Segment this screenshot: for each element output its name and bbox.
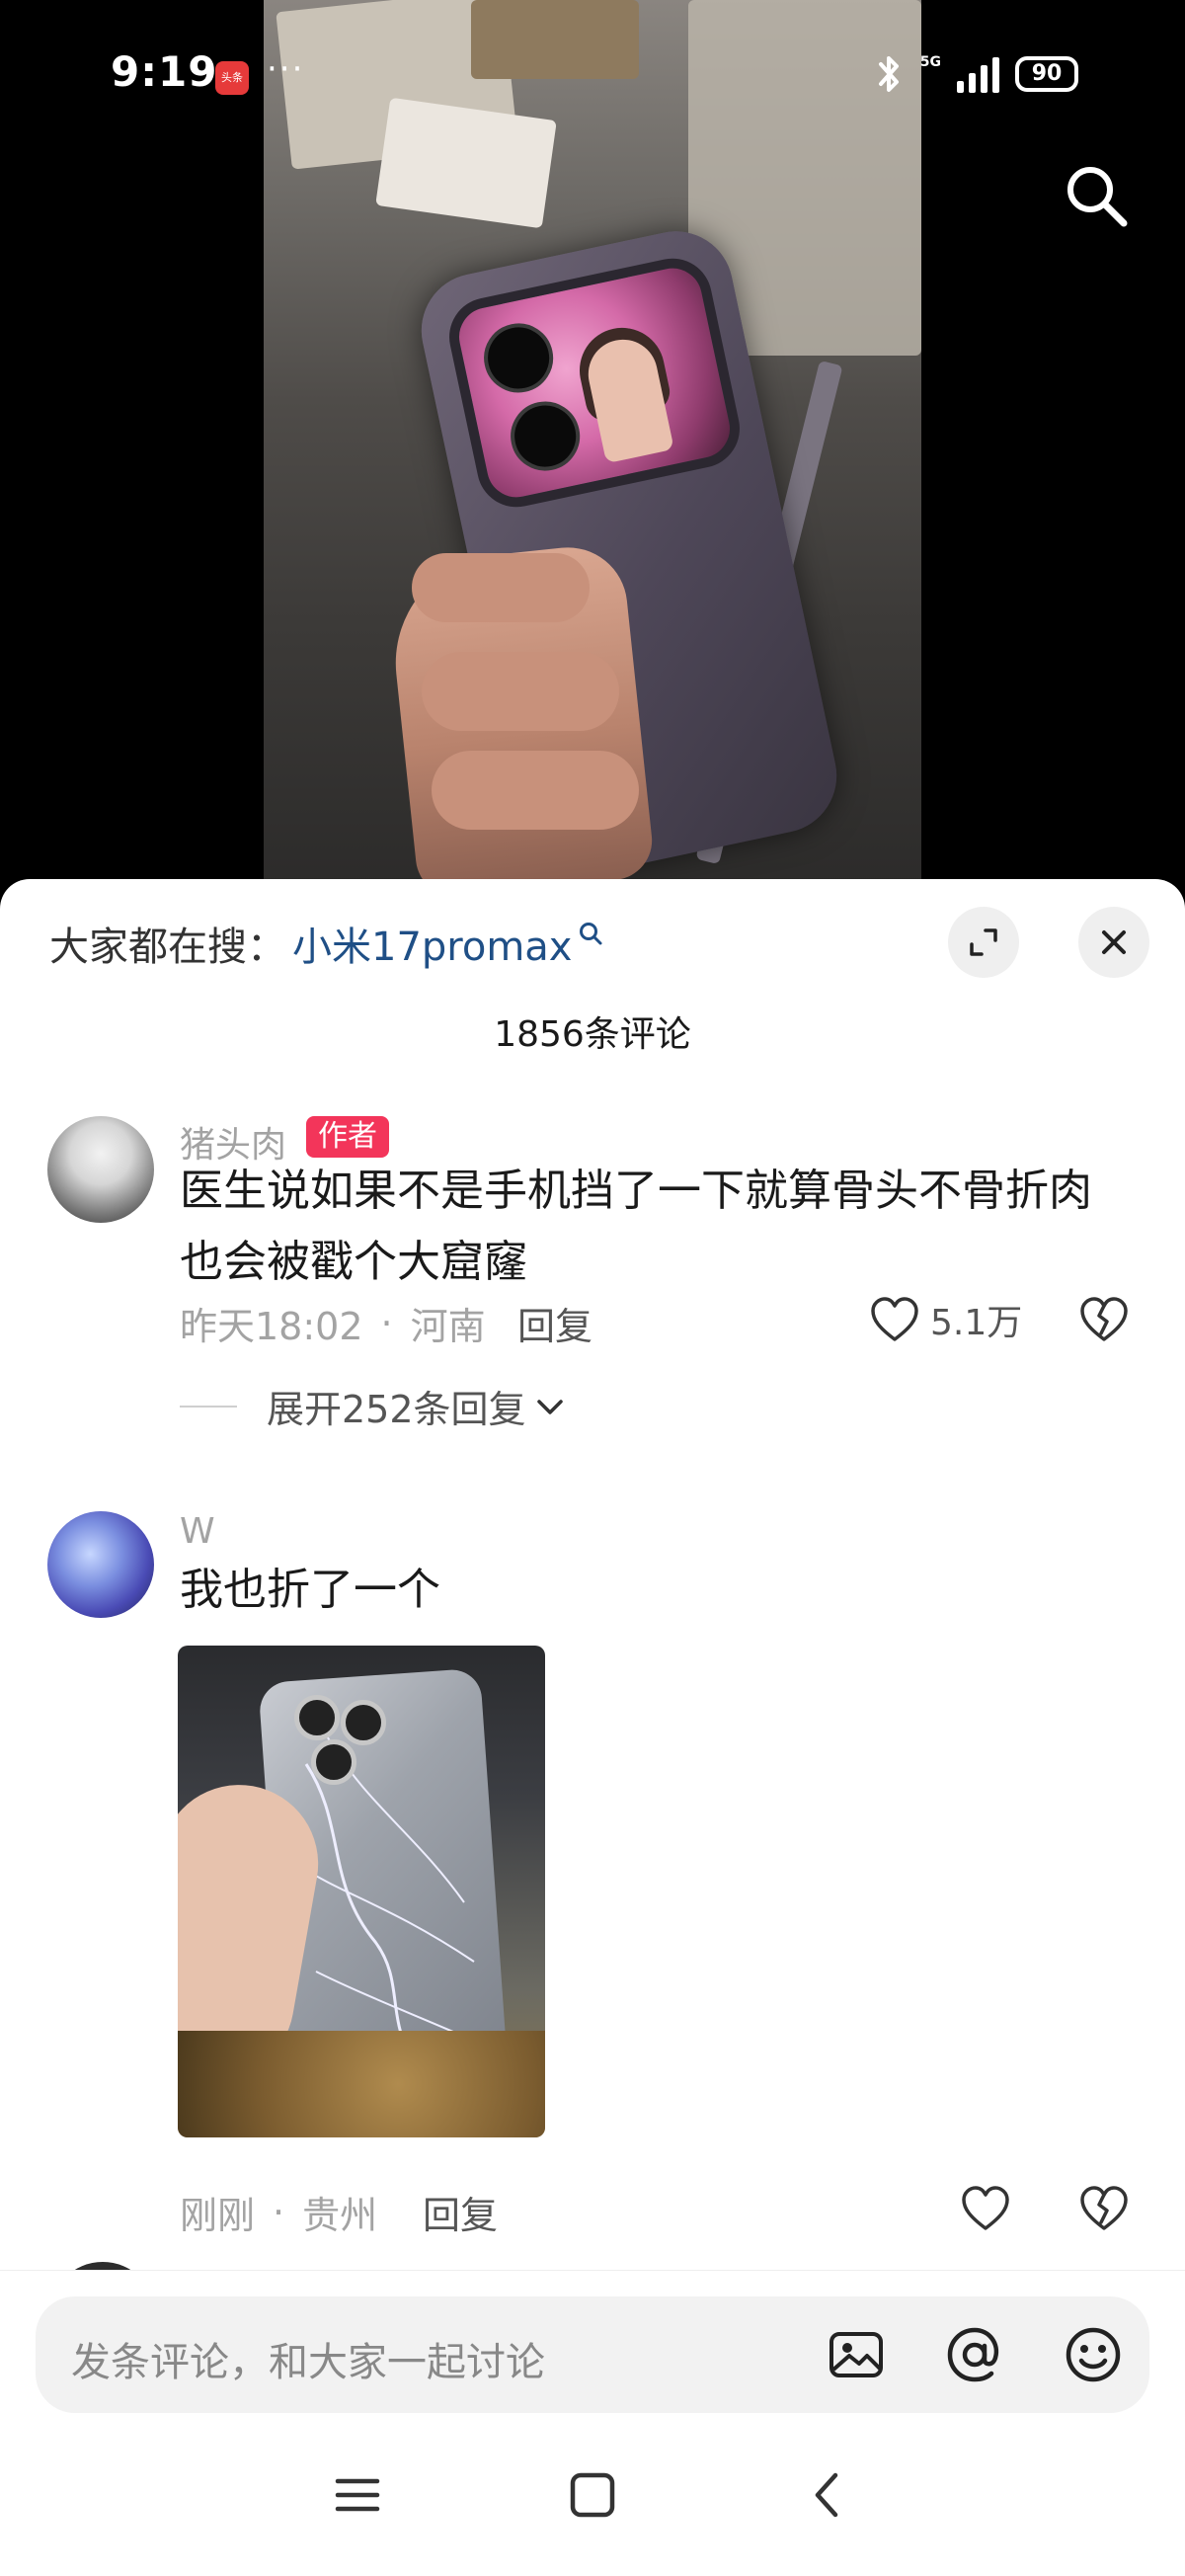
heart-icon bbox=[871, 1297, 918, 1341]
comment-count: 1856条评论 bbox=[494, 1014, 691, 1055]
meta-separator: · bbox=[273, 2190, 285, 2234]
search-icon bbox=[580, 923, 602, 945]
image-icon[interactable] bbox=[826, 2324, 887, 2385]
comment-input-bar: 发条评论，和大家一起讨论 bbox=[0, 2270, 1185, 2418]
image-lens bbox=[341, 1700, 386, 1745]
heart-icon[interactable] bbox=[960, 2183, 1011, 2234]
network-label: 5G bbox=[919, 54, 941, 70]
battery-icon: 90 bbox=[1015, 56, 1078, 92]
search-suggestion-prefix: 大家都在搜： bbox=[49, 925, 286, 970]
back-icon[interactable] bbox=[800, 2465, 859, 2525]
expand-replies-label: 展开252条回复 bbox=[267, 1388, 526, 1431]
video-finger bbox=[412, 553, 590, 622]
app-badge-icon: 头条 bbox=[215, 61, 249, 95]
search-suggestion-link[interactable]: 小米17promax bbox=[292, 915, 572, 972]
image-furry-bg bbox=[178, 2031, 545, 2137]
close-button[interactable] bbox=[1078, 907, 1149, 978]
comment-author[interactable]: W bbox=[180, 1511, 215, 1552]
chevron-down-icon bbox=[536, 1399, 563, 1414]
comment-input[interactable]: 发条评论，和大家一起讨论 bbox=[36, 2296, 1149, 2413]
video-finger bbox=[432, 751, 639, 830]
comment-text-line: 也会被戳个大窟窿 bbox=[180, 1237, 527, 1287]
expand-icon bbox=[970, 928, 997, 956]
signal-icon bbox=[957, 55, 999, 93]
like-button[interactable]: 5.1万 bbox=[869, 1294, 1022, 1345]
video-player[interactable]: 9:19 头条 ··· 5G 90 bbox=[0, 0, 1185, 889]
comment-text-line: 医生说如果不是手机挡了一下就算骨头不骨折肉 bbox=[180, 1166, 1092, 1216]
emoji-icon[interactable] bbox=[1063, 2324, 1124, 2385]
status-time: 9:19 bbox=[111, 47, 218, 96]
expand-replies-button[interactable]: 展开252条回复 bbox=[180, 1379, 566, 1433]
menu-icon[interactable] bbox=[328, 2465, 387, 2525]
system-nav-bar bbox=[0, 2418, 1185, 2576]
comment-meta: 昨天18:02 · 河南 bbox=[180, 1296, 486, 1350]
like-count: 5.1万 bbox=[930, 1303, 1023, 1343]
at-icon[interactable] bbox=[944, 2324, 1005, 2385]
image-lens bbox=[311, 1739, 356, 1785]
avatar[interactable] bbox=[47, 1511, 154, 1618]
meta-separator: · bbox=[380, 1301, 393, 1345]
comment-image[interactable] bbox=[178, 1646, 545, 2137]
comment-time: 刚刚 bbox=[180, 2194, 256, 2237]
bluetooth-icon bbox=[878, 56, 899, 92]
video-lens bbox=[504, 395, 587, 478]
video-lens bbox=[477, 316, 560, 399]
broken-heart-icon[interactable] bbox=[1078, 1294, 1130, 1345]
status-icons: 5G 90 bbox=[875, 54, 1078, 94]
comment-text[interactable]: 我也折了一个 bbox=[180, 1555, 1128, 1626]
status-overflow-icon: ··· bbox=[267, 49, 305, 89]
comment-location: 河南 bbox=[410, 1305, 486, 1348]
image-lens bbox=[294, 1695, 340, 1740]
expand-button[interactable] bbox=[948, 907, 1019, 978]
avatar[interactable] bbox=[47, 1116, 154, 1223]
comment-input-placeholder: 发条评论，和大家一起讨论 bbox=[71, 2340, 545, 2385]
comment-location: 贵州 bbox=[302, 2194, 378, 2237]
reply-button[interactable]: 回复 bbox=[423, 2185, 498, 2239]
close-icon bbox=[1102, 930, 1126, 954]
home-icon[interactable] bbox=[563, 2465, 622, 2525]
status-bar: 9:19 头条 ··· 5G 90 bbox=[0, 0, 1185, 148]
expand-line bbox=[180, 1405, 237, 1408]
search-icon[interactable] bbox=[1063, 162, 1130, 229]
author-tag-badge: 作者 bbox=[306, 1116, 389, 1158]
reply-button[interactable]: 回复 bbox=[517, 1296, 592, 1350]
comment-meta: 刚刚 · 贵州 bbox=[180, 2185, 377, 2239]
comment-text[interactable]: 医生说如果不是手机挡了一下就算骨头不骨折肉 也会被戳个大窟窿 bbox=[180, 1156, 1128, 1298]
broken-heart-icon[interactable] bbox=[1078, 2183, 1130, 2234]
comment-time: 昨天18:02 bbox=[180, 1305, 363, 1348]
search-suggestion[interactable]: 大家都在搜： 小米17promax bbox=[49, 915, 603, 972]
video-finger bbox=[422, 652, 619, 731]
sheet-header: 大家都在搜： 小米17promax 1856条评论 bbox=[0, 879, 1185, 1067]
